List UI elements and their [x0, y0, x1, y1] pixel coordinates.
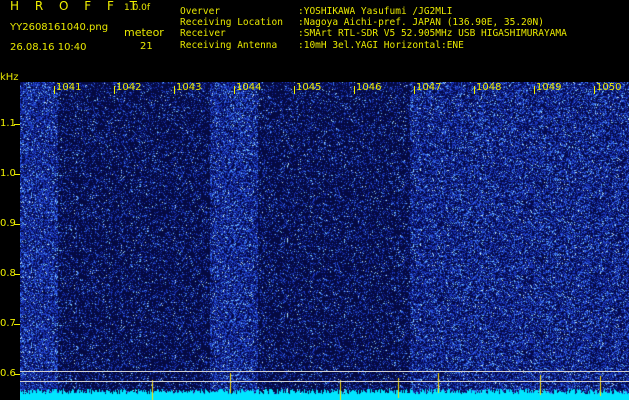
- info-value: :SMArt RTL-SDR V5 52.905MHz USB HIGASHIM…: [298, 28, 567, 40]
- x-tick-mark: [174, 86, 175, 94]
- x-tick-label: 1044: [236, 82, 262, 93]
- x-tick-label: 1045: [296, 82, 322, 93]
- x-tick-mark: [54, 86, 55, 94]
- category-label: meteor: [124, 26, 164, 39]
- info-key: Receiver: [180, 28, 226, 40]
- x-tick-mark: [354, 86, 355, 94]
- station-info: Overver :YOSHIKAWA Yasufumi /JG2MLI Rece…: [180, 6, 567, 51]
- info-value: :10mH 3el.YAGI Horizontal:ENE: [298, 39, 464, 51]
- y-tick-mark: [14, 274, 20, 275]
- info-key: Overver: [180, 6, 221, 17]
- info-row-antenna: Receiving Antenna :10mH 3el.YAGI Horizon…: [180, 40, 567, 51]
- info-key: Receiving Antenna: [180, 39, 278, 51]
- y-tick-mark: [14, 374, 20, 375]
- reference-line: [20, 371, 629, 372]
- x-tick-label: 1042: [116, 82, 142, 93]
- y-tick-mark: [14, 124, 20, 125]
- x-tick-mark: [114, 86, 115, 94]
- info-row-observer: Overver :YOSHIKAWA Yasufumi /JG2MLI: [180, 6, 567, 17]
- info-value: :Nagoya Aichi-pref. JAPAN (136.90E, 35.2…: [298, 17, 544, 29]
- x-tick-mark: [594, 86, 595, 94]
- y-axis-unit: kHz: [0, 72, 19, 83]
- info-row-receiver: Receiver :SMArt RTL-SDR V5 52.905MHz USB…: [180, 28, 567, 39]
- header-panel: H R O F F T 1.0.0f YY2608161040.png 26.0…: [0, 0, 629, 72]
- x-tick-label: 1050: [596, 82, 622, 93]
- x-tick-label: 1046: [356, 82, 382, 93]
- x-tick-mark: [234, 86, 235, 94]
- y-tick-mark: [14, 324, 20, 325]
- x-tick-label: 1041: [56, 82, 82, 93]
- x-tick-mark: [294, 86, 295, 94]
- file-name: YY2608161040.png: [10, 22, 109, 33]
- y-tick-mark: [14, 224, 20, 225]
- x-tick-label: 1048: [476, 82, 502, 93]
- info-key: Receiving Location: [180, 17, 283, 29]
- y-tick-mark: [14, 174, 20, 175]
- x-tick-label: 1049: [536, 82, 562, 93]
- version-label: 1.0.0f: [124, 3, 151, 13]
- info-row-location: Receiving Location :Nagoya Aichi-pref. J…: [180, 17, 567, 28]
- info-value: :YOSHIKAWA Yasufumi /JG2MLI: [298, 6, 453, 17]
- timestamp: 26.08.16 10:40: [10, 42, 87, 53]
- x-tick-mark: [534, 86, 535, 94]
- meteor-count: 21: [140, 41, 153, 52]
- spectrogram-canvas: [20, 82, 629, 400]
- reference-line: [20, 381, 629, 382]
- x-tick-label: 1043: [176, 82, 202, 93]
- x-tick-mark: [474, 86, 475, 94]
- x-tick-mark: [414, 86, 415, 94]
- x-tick-label: 1047: [416, 82, 442, 93]
